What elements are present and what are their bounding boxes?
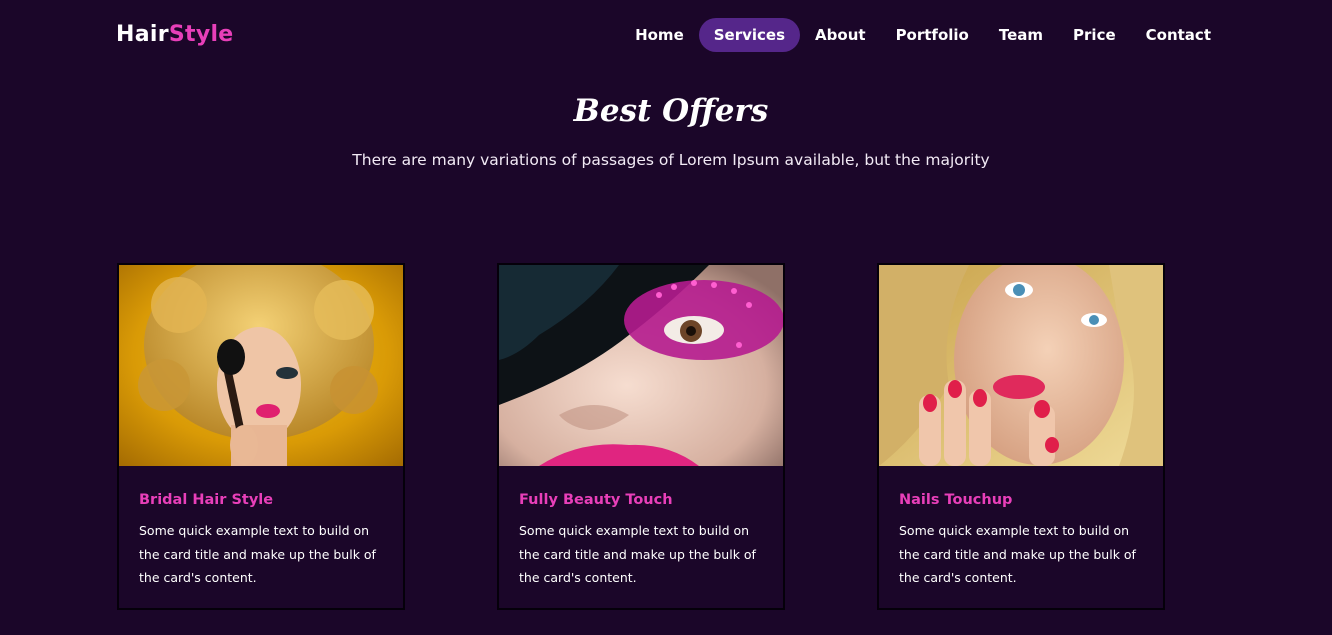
nav-about[interactable]: About	[800, 18, 881, 52]
offer-card-bridal[interactable]: Bridal Hair Style Some quick example tex…	[117, 263, 405, 610]
card-image-beauty	[499, 265, 783, 466]
card-text: Some quick example text to build on the …	[519, 523, 756, 585]
card-title[interactable]: Nails Touchup	[899, 489, 1012, 511]
card-text: Some quick example text to build on the …	[139, 523, 376, 585]
nav-services[interactable]: Services	[698, 18, 801, 52]
brand-part-style: Style	[168, 22, 234, 47]
offer-card-nails[interactable]: Nails Touchup Some quick example text to…	[877, 263, 1165, 610]
card-title[interactable]: Fully Beauty Touch	[519, 489, 673, 511]
card-image-nails	[879, 265, 1163, 466]
brand-logo[interactable]: HairStyle	[116, 21, 234, 49]
main-nav: Home Services About Portfolio Team Price…	[620, 18, 1226, 52]
card-image-bridal	[119, 265, 403, 466]
nav-home[interactable]: Home	[620, 18, 699, 52]
nav-portfolio[interactable]: Portfolio	[881, 18, 984, 52]
section-title: Best Offers	[573, 93, 769, 129]
section-subtitle: There are many variations of passages of…	[352, 151, 990, 169]
nav-team[interactable]: Team	[984, 18, 1058, 52]
nav-price[interactable]: Price	[1058, 18, 1131, 52]
offer-card-beauty[interactable]: Fully Beauty Touch Some quick example te…	[497, 263, 785, 610]
brand-part-hair: Hair	[116, 22, 169, 47]
card-title[interactable]: Bridal Hair Style	[139, 489, 273, 511]
nav-contact[interactable]: Contact	[1131, 18, 1226, 52]
card-text: Some quick example text to build on the …	[899, 523, 1136, 585]
navbar: HairStyle Home Services About Portfolio …	[0, 0, 1332, 70]
